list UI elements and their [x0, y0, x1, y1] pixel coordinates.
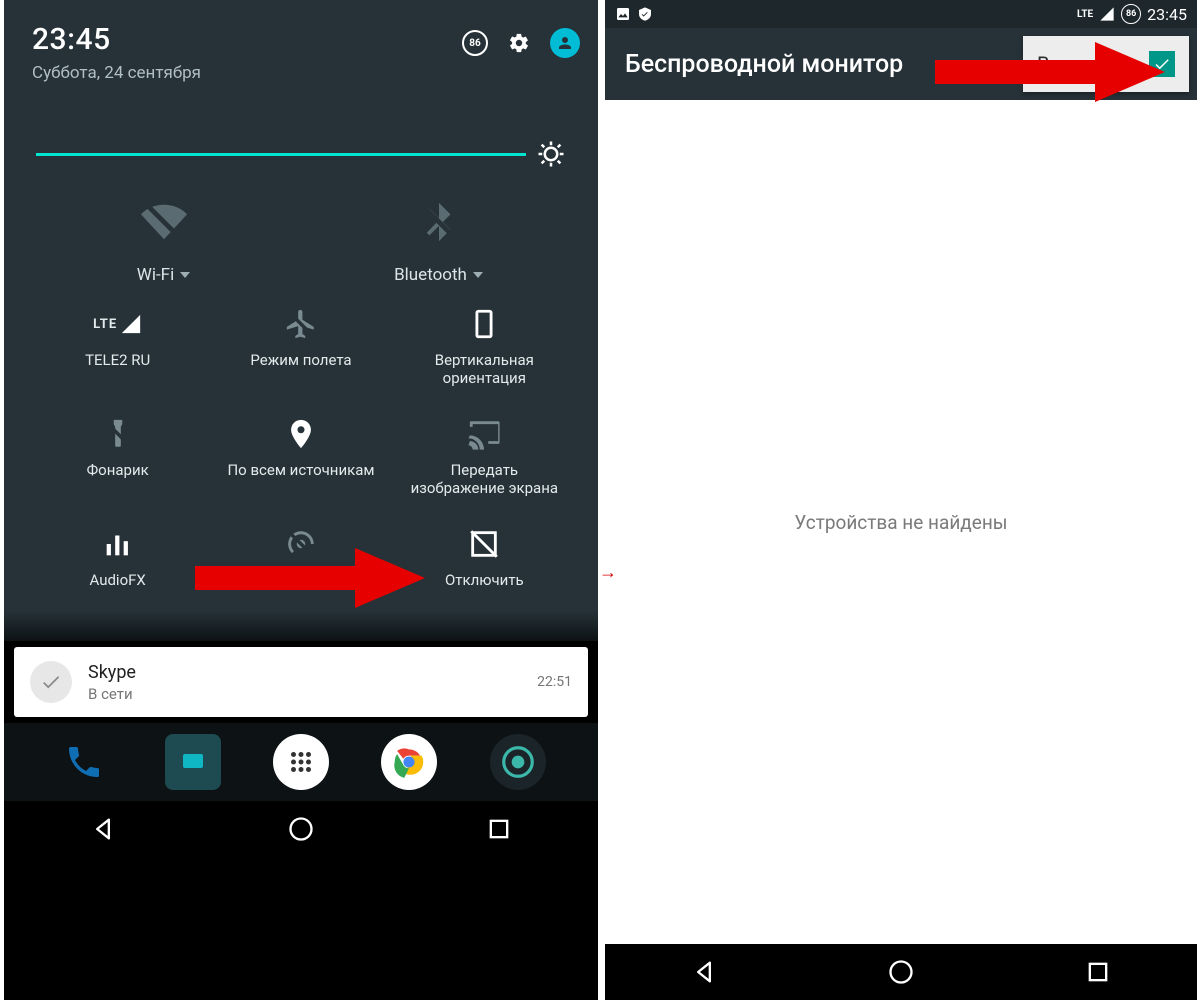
notification-subtitle: В сети — [88, 685, 521, 703]
wifi-label: Wi-Fi — [137, 265, 190, 285]
settings-body: Устройства не найдены — [605, 100, 1197, 944]
settings-header: Беспроводной монитор Включить — [605, 28, 1197, 100]
quick-settings-panel: 23:45 Суббота, 24 сентября 86 — [4, 0, 598, 611]
cast-label: Передатьизображение экрана — [411, 461, 558, 497]
status-left — [615, 6, 653, 22]
header-datetime: 23:45 Суббота, 24 сентября — [32, 22, 201, 83]
brightness-icon — [536, 139, 566, 169]
status-time: 23:45 — [1147, 5, 1187, 24]
check-badge-icon — [637, 6, 653, 22]
location-tile[interactable]: По всем источникам — [209, 417, 392, 497]
settings-gear-icon[interactable] — [506, 30, 532, 56]
nav-bar — [4, 801, 598, 857]
wifi-tile[interactable]: Wi-Fi — [32, 199, 296, 285]
notification-time: 22:51 — [537, 674, 572, 690]
notification-body: Skype В сети — [88, 662, 521, 703]
nav-back-icon[interactable] — [690, 958, 718, 986]
bluetooth-off-icon — [416, 199, 462, 245]
screen-off-icon — [467, 527, 501, 561]
notification-title: Skype — [88, 662, 521, 683]
qs-top-row: Wi-Fi Bluetooth — [26, 199, 576, 285]
panel-shadow — [4, 611, 598, 641]
nav-bar — [605, 944, 1197, 1000]
location-icon — [284, 417, 318, 451]
chevron-down-icon — [473, 272, 483, 278]
nav-back-icon[interactable] — [89, 815, 117, 843]
disable-tile[interactable]: Отключить — [393, 527, 576, 589]
chrome-app-icon[interactable] — [381, 734, 437, 790]
qs-header: 23:45 Суббота, 24 сентября 86 — [4, 0, 598, 97]
nav-home-icon[interactable] — [287, 815, 315, 843]
empty-state-text: Устройства не найдены — [794, 511, 1007, 534]
bluetooth-label: Bluetooth — [394, 265, 483, 285]
rotation-label: Вертикальнаяориентация — [435, 351, 534, 387]
phone-app-icon[interactable] — [56, 734, 112, 790]
brightness-track[interactable] — [36, 153, 526, 156]
chevron-down-icon — [180, 272, 190, 278]
skype-icon — [30, 661, 72, 703]
enable-toggle-box[interactable]: Включить — [1023, 36, 1189, 92]
flashlight-label: Фонарик — [87, 461, 149, 479]
cast-icon — [467, 417, 501, 451]
status-right: LTE 86 23:45 — [1077, 4, 1187, 24]
home-dock — [4, 723, 598, 801]
hotspot-tile[interactable]: Точка доступа — [209, 527, 392, 589]
qs-body: Wi-Fi Bluetooth LTE TELE2 RU Режи — [4, 109, 598, 611]
flashlight-off-icon — [101, 417, 135, 451]
location-label: По всем источникам — [227, 461, 374, 479]
wifi-off-icon — [141, 199, 187, 245]
nav-home-icon[interactable] — [887, 958, 915, 986]
cellular-label: TELE2 RU — [85, 351, 150, 369]
clock-date[interactable]: Суббота, 24 сентября — [32, 63, 201, 83]
disable-label: Отключить — [445, 571, 524, 589]
flashlight-tile[interactable]: Фонарик — [26, 417, 209, 497]
page-title: Беспроводной монитор — [625, 50, 903, 79]
enable-label: Включить — [1037, 52, 1131, 76]
battery-circle-icon: 86 — [1121, 4, 1141, 24]
airplane-tile[interactable]: Режим полета — [209, 307, 392, 387]
phone-right: LTE 86 23:45 Беспроводной монитор Включи… — [605, 0, 1197, 1000]
annotation-mini-arrow: → — [599, 562, 617, 583]
hotspot-label: Точка доступа — [250, 571, 352, 589]
profile-avatar-icon[interactable] — [550, 28, 580, 58]
nav-recents-icon[interactable] — [485, 815, 513, 843]
cellular-tile[interactable]: LTE TELE2 RU — [26, 307, 209, 387]
header-icons: 86 — [462, 28, 580, 58]
status-bar: LTE 86 23:45 — [605, 0, 1197, 28]
camera-app-icon[interactable] — [490, 734, 546, 790]
clock-time[interactable]: 23:45 — [32, 22, 201, 57]
battery-indicator-icon[interactable]: 86 — [462, 30, 488, 56]
cast-tile[interactable]: Передатьизображение экрана — [393, 417, 576, 497]
lte-signal-icon: LTE — [93, 307, 142, 341]
image-icon — [615, 6, 631, 22]
nav-recents-icon[interactable] — [1084, 958, 1112, 986]
signal-icon — [1099, 6, 1115, 22]
audiofx-tile[interactable]: AudioFX — [26, 527, 209, 589]
portrait-lock-icon — [467, 307, 501, 341]
checkbox-checked-icon[interactable] — [1149, 51, 1175, 77]
lte-indicator: LTE — [1077, 9, 1093, 20]
phone-left: 23:45 Суббота, 24 сентября 86 — [4, 0, 598, 1000]
rotation-tile[interactable]: Вертикальнаяориентация — [393, 307, 576, 387]
messages-app-icon[interactable] — [165, 734, 221, 790]
airplane-off-icon — [284, 307, 318, 341]
notification-card[interactable]: Skype В сети 22:51 — [14, 647, 588, 717]
app-drawer-icon[interactable] — [273, 734, 329, 790]
brightness-slider[interactable] — [26, 127, 576, 199]
hotspot-off-icon — [284, 527, 318, 561]
equalizer-icon — [101, 527, 135, 561]
airplane-label: Режим полета — [250, 351, 351, 369]
qs-grid: LTE TELE2 RU Режим полета Вертикальнаяор… — [26, 307, 576, 589]
bluetooth-tile[interactable]: Bluetooth — [307, 199, 571, 285]
audiofx-label: AudioFX — [89, 571, 145, 589]
